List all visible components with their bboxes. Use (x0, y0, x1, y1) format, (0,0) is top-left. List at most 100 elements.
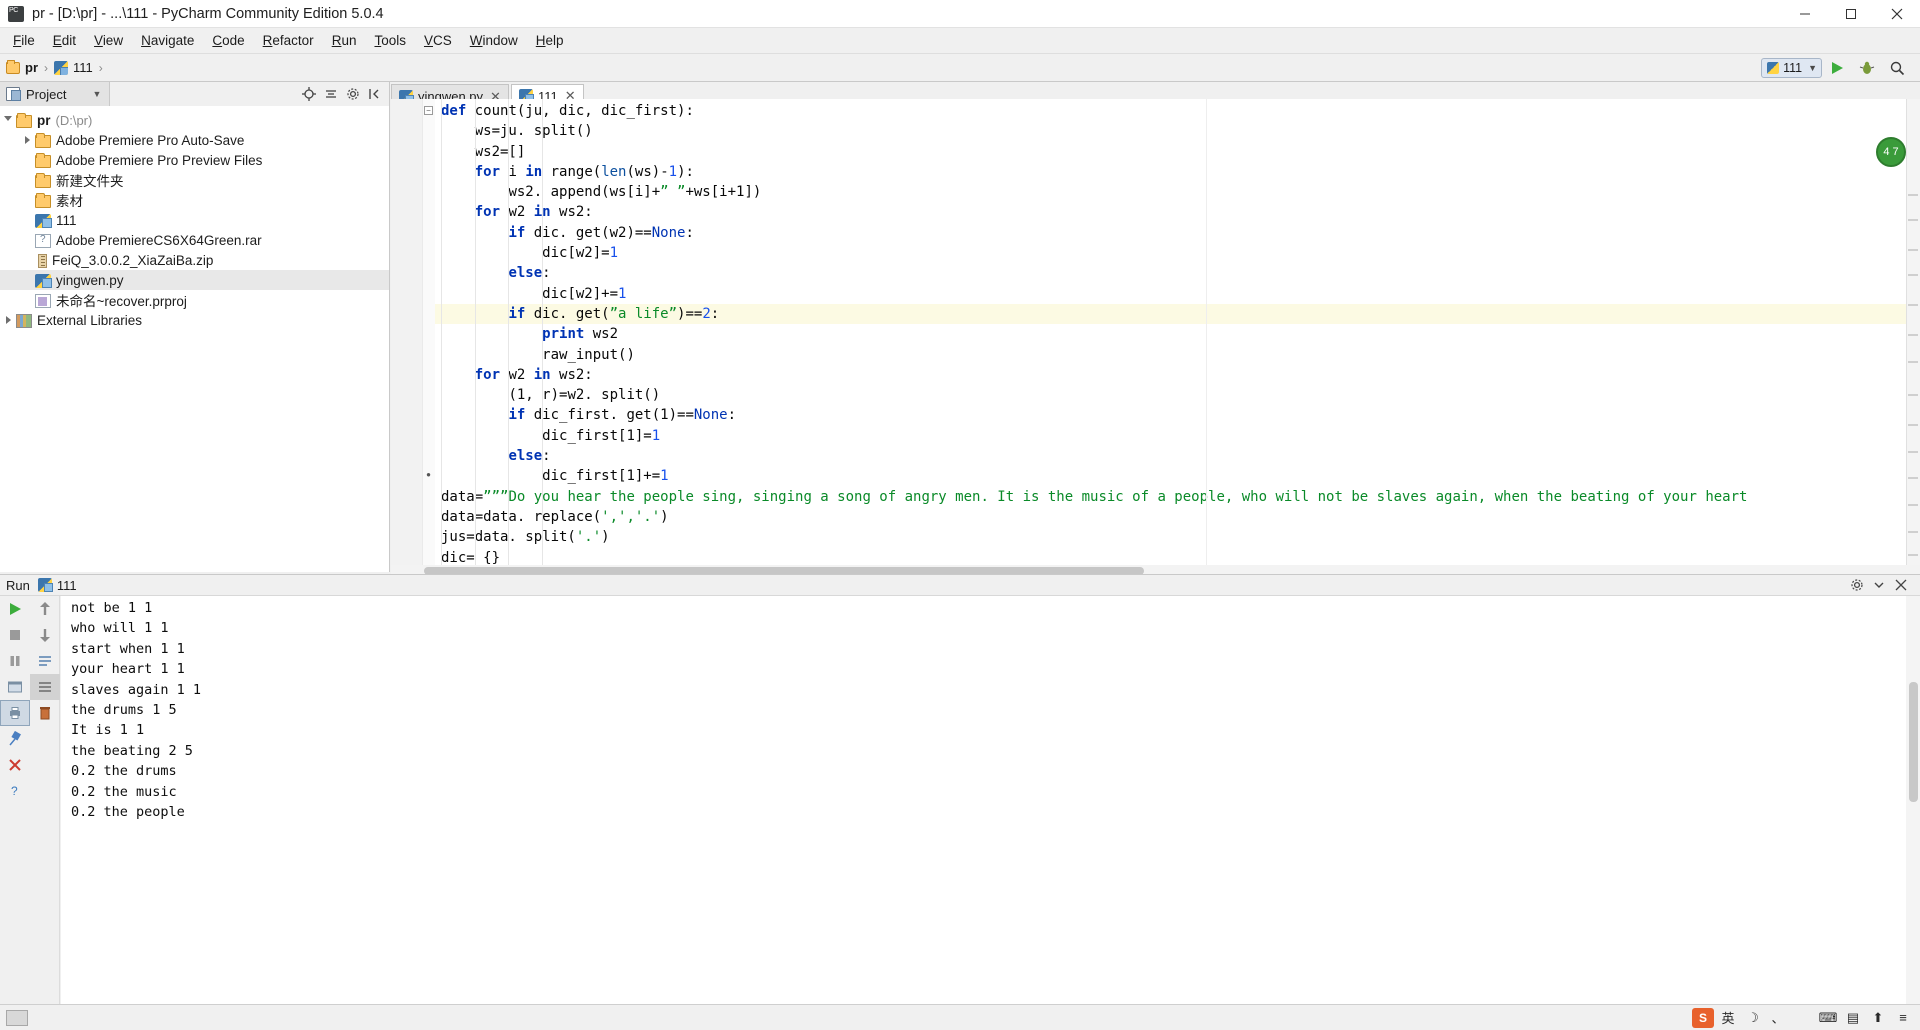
pause-icon[interactable] (0, 648, 30, 674)
tree-item-10[interactable]: External Libraries (0, 310, 389, 330)
scroll-end-icon[interactable] (30, 674, 60, 700)
ime-lang-icon[interactable]: 英 (1717, 1008, 1739, 1028)
minimize-button[interactable] (1782, 0, 1828, 28)
tree-item-7[interactable]: FeiQ_3.0.0.2_XiaZaiBa.zip (0, 250, 389, 270)
scrollbar-thumb[interactable] (1909, 682, 1918, 802)
breadcrumb-item-file[interactable]: 111 (73, 60, 93, 75)
project-tree[interactable]: pr (D:\pr) Adobe Premiere Pro Auto-Save Ado… (0, 106, 390, 572)
code-editor[interactable]: − ● def count(ju, dic, dic_first): ws=ju… (391, 99, 1920, 572)
status-toggle-button[interactable] (6, 1010, 28, 1026)
code-line-20[interactable]: data=”””Do you hear the people sing, sin… (435, 487, 1920, 507)
tree-item-5[interactable]: 111 (0, 210, 389, 230)
up-icon[interactable] (30, 596, 60, 622)
fold-marker-icon[interactable]: − (424, 106, 433, 115)
menu-item-run[interactable]: Run (323, 30, 366, 51)
inspection-badge[interactable]: 4 7 (1876, 137, 1906, 167)
chevron-right-icon[interactable] (0, 316, 16, 324)
menu-item-help[interactable]: Help (527, 30, 573, 51)
run-button[interactable] (1822, 56, 1852, 80)
tree-item-8[interactable]: yingwen.py (0, 270, 389, 290)
code-line-17[interactable]: dic_first[1]=1 (435, 426, 1920, 446)
code-line-13[interactable]: raw_input() (435, 345, 1920, 365)
error-stripe-mark[interactable] (1908, 334, 1918, 336)
tree-item-3[interactable]: 新建文件夹 (0, 170, 389, 190)
error-stripe-mark[interactable] (1908, 304, 1918, 306)
console-icon[interactable] (0, 674, 30, 700)
collapse-all-icon[interactable] (320, 83, 342, 105)
error-stripe-mark[interactable] (1908, 504, 1918, 506)
moon-icon[interactable]: ☽ (1742, 1008, 1764, 1028)
editor-gutter[interactable] (391, 99, 423, 572)
error-stripe-mark[interactable] (1908, 219, 1918, 221)
menu-icon[interactable]: ≡ (1892, 1008, 1914, 1028)
run-configuration-selector[interactable]: 111 ▼ (1761, 58, 1822, 78)
error-stripe-mark[interactable] (1908, 424, 1918, 426)
error-stripe-mark[interactable] (1908, 274, 1918, 276)
print-icon[interactable] (0, 700, 30, 726)
code-line-5[interactable]: ws2. append(ws[i]+” ”+ws[i+1]) (435, 182, 1920, 202)
menu-item-navigate[interactable]: Navigate (132, 30, 203, 51)
search-icon[interactable] (1882, 56, 1912, 80)
maximize-button[interactable] (1828, 0, 1874, 28)
code-line-21[interactable]: data=data. replace(',','.') (435, 507, 1920, 527)
close-icon[interactable] (0, 752, 30, 778)
code-line-10[interactable]: dic[w2]+=1 (435, 284, 1920, 304)
tree-item-4[interactable]: 素材 (0, 190, 389, 210)
menu-item-view[interactable]: View (85, 30, 132, 51)
microphone-icon[interactable]:  (1792, 1008, 1814, 1028)
upload-icon[interactable]: ⬆ (1867, 1008, 1889, 1028)
tree-item-1[interactable]: Adobe Premiere Pro Auto-Save (0, 130, 389, 150)
chevron-down-icon[interactable]: ▼ (92, 89, 101, 99)
tree-item-9[interactable]: 未命名~recover.prproj (0, 290, 389, 310)
error-stripe-mark[interactable] (1908, 194, 1918, 196)
menu-item-code[interactable]: Code (203, 30, 253, 51)
tree-item-0[interactable]: pr (D:\pr) (0, 110, 389, 130)
code-content[interactable]: def count(ju, dic, dic_first): ws=ju. sp… (435, 99, 1920, 572)
menu-item-refactor[interactable]: Refactor (254, 30, 323, 51)
breadcrumb-item-project[interactable]: pr (25, 60, 38, 75)
help-icon[interactable]: ? (0, 778, 30, 804)
chevron-right-icon[interactable] (19, 136, 35, 144)
fold-marker-icon-2[interactable]: ● (424, 471, 433, 480)
code-line-9[interactable]: else: (435, 263, 1920, 283)
trash-icon[interactable] (30, 700, 60, 726)
tree-item-6[interactable]: Adobe PremiereCS6X64Green.rar (0, 230, 389, 250)
code-line-3[interactable]: ws2=[] (435, 142, 1920, 162)
code-line-6[interactable]: for w2 in ws2: (435, 202, 1920, 222)
soft-wrap-icon[interactable] (30, 648, 60, 674)
keyboard-icon[interactable]: ⌨ (1817, 1008, 1839, 1028)
code-line-2[interactable]: ws=ju. split() (435, 121, 1920, 141)
code-line-4[interactable]: for i in range(len(ws)-1): (435, 162, 1920, 182)
target-icon[interactable] (298, 83, 320, 105)
editor-error-stripe[interactable] (1906, 99, 1920, 572)
stop-icon[interactable] (0, 622, 30, 648)
code-line-18[interactable]: else: (435, 446, 1920, 466)
menu-item-tools[interactable]: Tools (365, 30, 415, 51)
code-line-8[interactable]: dic[w2]=1 (435, 243, 1920, 263)
error-stripe-mark[interactable] (1908, 361, 1918, 363)
toolbox-icon[interactable]: ▤ (1842, 1008, 1864, 1028)
error-stripe-mark[interactable] (1908, 477, 1918, 479)
hide-panel-icon[interactable] (364, 83, 386, 105)
settings-icon[interactable] (342, 83, 364, 105)
error-stripe-mark[interactable] (1908, 531, 1918, 533)
code-line-15[interactable]: (1, r)=w2. split() (435, 385, 1920, 405)
pin-icon[interactable] (0, 726, 30, 752)
code-line-19[interactable]: dic_first[1]+=1 (435, 466, 1920, 486)
hide-panel-icon[interactable] (1890, 574, 1912, 596)
console-scrollbar[interactable] (1906, 596, 1920, 1020)
error-stripe-mark[interactable] (1908, 554, 1918, 556)
chevron-down-icon[interactable] (1868, 574, 1890, 596)
comma-icon[interactable]: 、 (1767, 1008, 1789, 1028)
error-stripe-mark[interactable] (1908, 394, 1918, 396)
code-line-16[interactable]: if dic_first. get(1)==None: (435, 405, 1920, 425)
tree-item-2[interactable]: Adobe Premiere Pro Preview Files (0, 150, 389, 170)
debug-button[interactable] (1852, 56, 1882, 80)
code-line-12[interactable]: print ws2 (435, 324, 1920, 344)
error-stripe-mark[interactable] (1908, 249, 1918, 251)
error-stripe-mark[interactable] (1908, 451, 1918, 453)
code-folding-column[interactable]: − ● (423, 99, 435, 572)
code-line-14[interactable]: for w2 in ws2: (435, 365, 1920, 385)
down-icon[interactable] (30, 622, 60, 648)
run-console-output[interactable]: not be 1 1 who will 1 1 start when 1 1 your… (61, 596, 1906, 1020)
